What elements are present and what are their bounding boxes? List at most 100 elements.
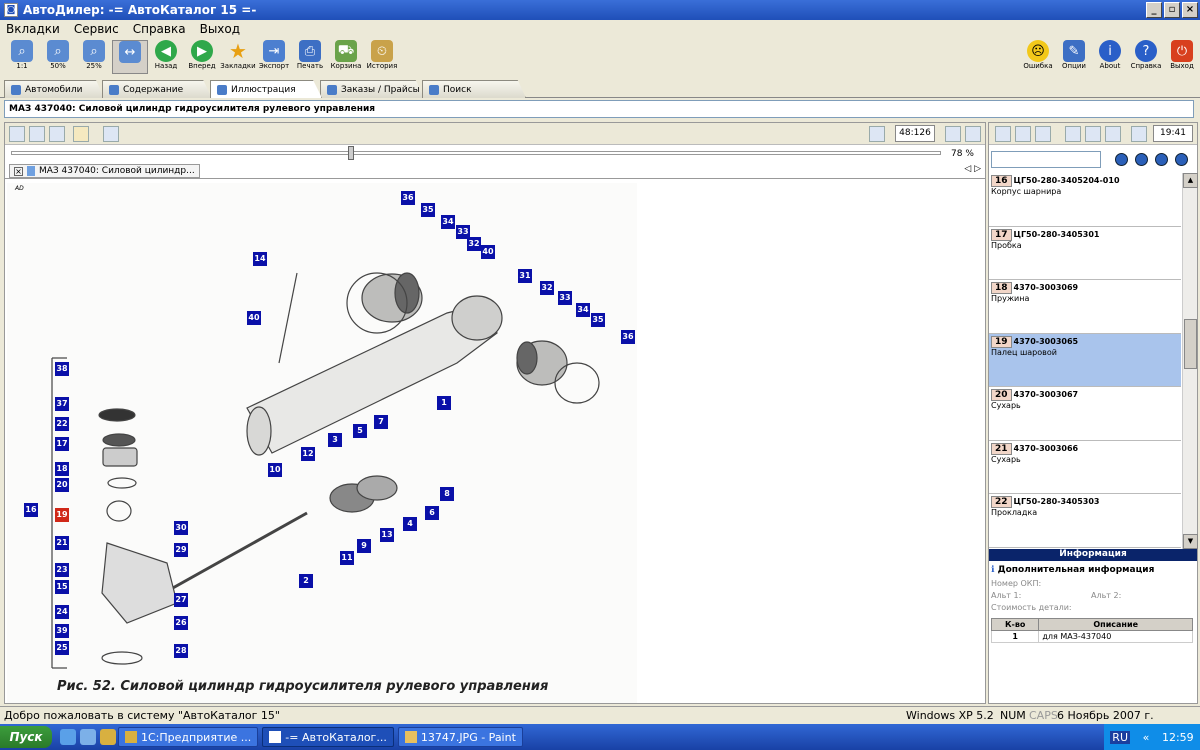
copy-icon[interactable] (995, 126, 1011, 142)
refresh-icon[interactable] (9, 126, 25, 142)
document-tab[interactable]: × МАЗ 437040: Силовой цилиндр... (9, 164, 200, 178)
zoom-50-button[interactable]: ⌕ 50% (40, 40, 76, 74)
callout-8[interactable]: 8 (440, 487, 454, 501)
list-item[interactable]: 20 4370-3003067 Сухарь (989, 387, 1181, 441)
tab-contents[interactable]: Содержание (102, 80, 212, 98)
list-item[interactable]: 18 4370-3003069 Пружина (989, 280, 1181, 334)
minimize-button[interactable]: _ (1146, 2, 1162, 18)
callout-35-right[interactable]: 35 (591, 313, 605, 327)
callout-33-right[interactable]: 33 (558, 291, 572, 305)
callout-7[interactable]: 7 (374, 415, 388, 429)
callout-31[interactable]: 31 (518, 269, 532, 283)
callout-29[interactable]: 29 (174, 543, 188, 557)
callout-13[interactable]: 13 (380, 528, 394, 542)
list-item[interactable]: 21 4370-3003066 Сухарь (989, 441, 1181, 494)
callout-36-right[interactable]: 36 (621, 330, 635, 344)
callout-4[interactable]: 4 (403, 517, 417, 531)
callout-3[interactable]: 3 (328, 433, 342, 447)
first-icon[interactable] (1115, 153, 1128, 166)
bookmarks-button[interactable]: ★ Закладки (220, 39, 256, 74)
task-paint[interactable]: 13747.JPG - Paint (397, 727, 523, 747)
tab-search[interactable]: Поиск (422, 80, 526, 98)
maximize-button[interactable]: ▫ (1164, 2, 1180, 18)
task-avtokatalog[interactable]: -= АвтоКаталог... (262, 727, 394, 747)
callout-38[interactable]: 38 (55, 362, 69, 376)
callout-12[interactable]: 12 (301, 447, 315, 461)
help-button[interactable]: ? Справка (1128, 40, 1164, 74)
language-indicator[interactable]: RU (1110, 730, 1130, 744)
delete-icon[interactable] (1085, 126, 1101, 142)
menu-help[interactable]: Справка (133, 22, 186, 36)
callout-2[interactable]: 2 (299, 574, 313, 588)
list-item-selected[interactable]: 19 4370-3003065 Палец шаровой (989, 333, 1181, 387)
next-icon[interactable] (1155, 153, 1168, 166)
zoom-slider-thumb[interactable] (348, 146, 354, 160)
callout-6[interactable]: 6 (425, 506, 439, 520)
bookmark-star-icon[interactable] (73, 126, 89, 142)
scroll-down-icon[interactable]: ▼ (1183, 534, 1198, 549)
up-arrow-icon[interactable] (1065, 126, 1081, 142)
quicklaunch-1c-icon[interactable] (100, 729, 116, 745)
exit-button[interactable]: ⏻ Выход (1164, 40, 1200, 74)
callout-1[interactable]: 1 (437, 396, 451, 410)
chart-icon[interactable] (1035, 126, 1051, 142)
scroll-thumb[interactable] (1184, 319, 1197, 369)
prev-icon[interactable] (1135, 153, 1148, 166)
list-item[interactable]: 22 ЦГ50-280-3405303 Прокладка (989, 494, 1181, 548)
last-icon[interactable] (1175, 153, 1188, 166)
callout-19-selected[interactable]: 19 (55, 508, 69, 522)
callout-18[interactable]: 18 (55, 462, 69, 476)
close-tab-icon[interactable]: × (14, 166, 23, 176)
layout-icon[interactable] (945, 126, 961, 142)
fit-width-button[interactable]: ↔ (112, 40, 148, 74)
callout-24[interactable]: 24 (55, 605, 69, 619)
scroll-up-icon[interactable]: ▲ (1183, 173, 1198, 188)
menu-tabs[interactable]: Вкладки (6, 22, 60, 36)
menu-exit[interactable]: Выход (200, 22, 240, 36)
list-item[interactable]: 16 ЦГ50-280-3405204-010 Корпус шарнира (989, 173, 1181, 227)
callout-34-right[interactable]: 34 (576, 303, 590, 317)
ie-icon[interactable] (60, 729, 76, 745)
tab-illustration[interactable]: Иллюстрация (210, 80, 322, 98)
parts-scrollbar[interactable]: ▲ ▼ (1182, 173, 1198, 549)
grid-icon[interactable] (29, 126, 45, 142)
callout-27[interactable]: 27 (174, 593, 188, 607)
callout-34[interactable]: 34 (441, 215, 455, 229)
menu-service[interactable]: Сервис (74, 22, 119, 36)
callout-21[interactable]: 21 (55, 536, 69, 550)
callout-39[interactable]: 39 (55, 624, 69, 638)
callout-28[interactable]: 28 (174, 644, 188, 658)
callout-25[interactable]: 25 (55, 641, 69, 655)
callout-37[interactable]: 37 (55, 397, 69, 411)
callout-11[interactable]: 11 (340, 551, 354, 565)
split-view-icon[interactable] (965, 126, 981, 142)
back-button[interactable]: ◀ Назад (148, 40, 184, 74)
callout-32[interactable]: 32 (467, 237, 481, 251)
explorer-icon[interactable] (80, 729, 96, 745)
cart-button[interactable]: ⛟ Корзина (328, 40, 364, 74)
save-icon[interactable] (1131, 126, 1147, 142)
task-1c[interactable]: 1С:Предприятие ... (118, 727, 259, 747)
callout-17[interactable]: 17 (55, 437, 69, 451)
forward-button[interactable]: ▶ Вперед (184, 40, 220, 74)
callout-32-right[interactable]: 32 (540, 281, 554, 295)
options-button[interactable]: ✎ Опции (1056, 40, 1092, 74)
tab-cars[interactable]: Автомобили (4, 80, 104, 98)
callout-35[interactable]: 35 (421, 203, 435, 217)
callout-26[interactable]: 26 (174, 616, 188, 630)
zoom-slider[interactable] (11, 146, 941, 160)
tab-scroll-arrows[interactable]: ◁ ▷ (964, 164, 981, 174)
zoom-25-button[interactable]: ⌕ 25% (76, 40, 112, 74)
zoom-1-1-button[interactable]: ⌕ 1:1 (4, 40, 40, 74)
tab-orders[interactable]: Заказы / Прайсы (320, 80, 424, 98)
export-button[interactable]: ⇥ Экспорт (256, 40, 292, 74)
callout-36[interactable]: 36 (401, 191, 415, 205)
print-button[interactable]: ⎙ Печать (292, 40, 328, 74)
globe-icon[interactable] (49, 126, 65, 142)
table-row[interactable]: 1 для МАЗ-437040 (990, 630, 1193, 643)
report-error-button[interactable]: ☹ Ошибка (1020, 40, 1056, 74)
callout-16[interactable]: 16 (24, 503, 38, 517)
photo-icon[interactable] (103, 126, 119, 142)
callout-9[interactable]: 9 (357, 539, 371, 553)
parts-search-input[interactable] (991, 151, 1101, 168)
